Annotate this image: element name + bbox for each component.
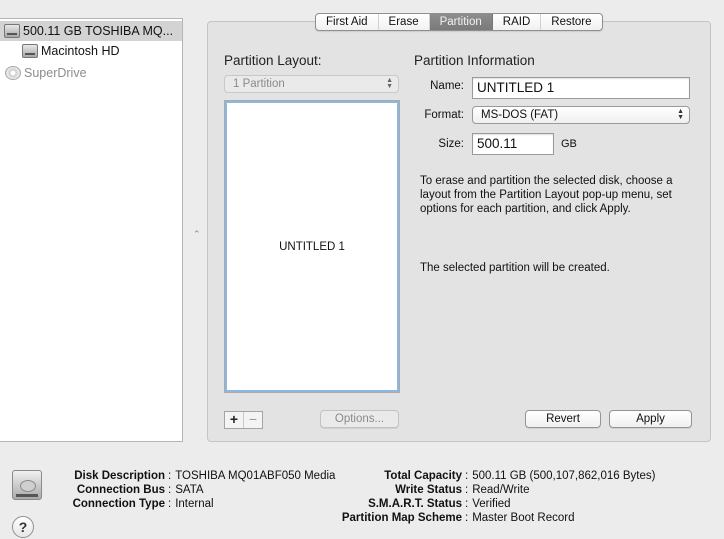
partition-block[interactable]: UNTITLED 1 [225,101,399,392]
info-separator: : [465,512,469,524]
tab-erase[interactable]: Erase [379,14,430,30]
info-value: Verified [472,498,511,510]
tab-bar: First Aid Erase Partition RAID Restore [315,13,603,31]
partition-status: The selected partition will be created. [420,262,610,274]
tab-first-aid[interactable]: First Aid [316,14,379,30]
info-key: Connection Type [72,498,165,510]
partition-block-label: UNTITLED 1 [279,240,345,253]
sidebar-item-label: Macintosh HD [41,44,120,58]
info-separator: : [168,470,172,482]
sidebar-item-label: SuperDrive [24,66,87,80]
tab-partition[interactable]: Partition [429,14,493,30]
sidebar-item-superdrive[interactable]: SuperDrive [0,63,87,83]
apply-button[interactable]: Apply [609,410,692,428]
info-write-status: Write Status: Read/Write [333,483,530,497]
sidebar-item-macintosh-hd[interactable]: Macintosh HD [0,41,120,61]
info-disk-description: Disk Description: TOSHIBA MQ01ABF050 Medi… [2,469,335,483]
info-value: 500.11 GB (500,107,862,016 Bytes) [472,470,656,482]
remove-partition-button[interactable]: − [243,412,262,428]
info-separator: : [168,484,172,496]
hard-disk-icon [4,24,20,38]
info-value: Read/Write [472,484,530,496]
partition-map: UNTITLED 1 [224,100,400,393]
size-label: Size: [438,138,464,150]
info-total-capacity: Total Capacity:500.11 GB (500,107,862,01… [333,469,655,483]
info-value: TOSHIBA MQ01ABF050 Media [175,470,336,482]
info-connection-bus: Connection Bus: SATA [2,483,204,497]
format-value: MS-DOS (FAT) [481,109,559,121]
optical-drive-icon [5,66,21,80]
popup-arrows-icon: ▲ ▼ [677,108,684,121]
info-separator: : [465,470,469,482]
size-field[interactable]: 500.11 [472,133,554,155]
info-value: Internal [175,498,214,510]
popup-arrows-icon: ▲ ▼ [386,77,393,90]
info-key: Total Capacity [384,470,462,482]
name-label: Name: [430,80,464,92]
hard-disk-icon [22,44,38,58]
sidebar-item-toshiba-disk[interactable]: 500.11 GB TOSHIBA MQ... [0,21,182,41]
info-connection-type: Connection Type: Internal [2,497,214,511]
sidebar-item-label: 500.11 GB TOSHIBA MQ... [23,24,174,38]
partition-instructions: To erase and partition the selected disk… [420,175,673,215]
info-separator: : [465,484,469,496]
partition-layout-popup[interactable]: 1 Partition ▲ ▼ [224,75,399,93]
tab-restore[interactable]: Restore [541,14,601,30]
name-field[interactable]: UNTITLED 1 [472,77,690,99]
info-key: Disk Description [74,470,165,482]
info-key: Write Status [395,484,462,496]
options-button[interactable]: Options... [320,410,399,428]
partition-layout-value: 1 Partition [233,78,285,90]
info-key: Partition Map Scheme [341,512,462,524]
info-smart-status: S.M.A.R.T. Status: Verified [333,497,511,511]
format-popup[interactable]: MS-DOS (FAT) ▲ ▼ [472,106,690,124]
info-separator: : [465,498,469,510]
info-separator: : [168,498,172,510]
partition-layout-title: Partition Layout: [224,53,322,68]
splitter-handle[interactable]: ⌃ [193,229,201,240]
format-label: Format: [424,109,464,121]
info-key: Connection Bus [76,484,165,496]
disk-list-sidebar[interactable]: 500.11 GB TOSHIBA MQ... Macintosh HD Sup… [0,18,183,442]
info-value: SATA [175,484,204,496]
tab-raid[interactable]: RAID [493,14,542,30]
add-partition-button[interactable]: + [225,412,243,428]
info-partition-map-scheme: Partition Map Scheme: Master Boot Record [333,511,575,525]
info-value: Master Boot Record [472,512,575,524]
size-unit: GB [561,138,577,150]
info-key: S.M.A.R.T. Status [368,498,462,510]
help-button[interactable]: ? [12,516,34,538]
partition-info-title: Partition Information [414,53,535,68]
revert-button[interactable]: Revert [525,410,601,428]
partition-add-remove: + − [224,411,263,429]
